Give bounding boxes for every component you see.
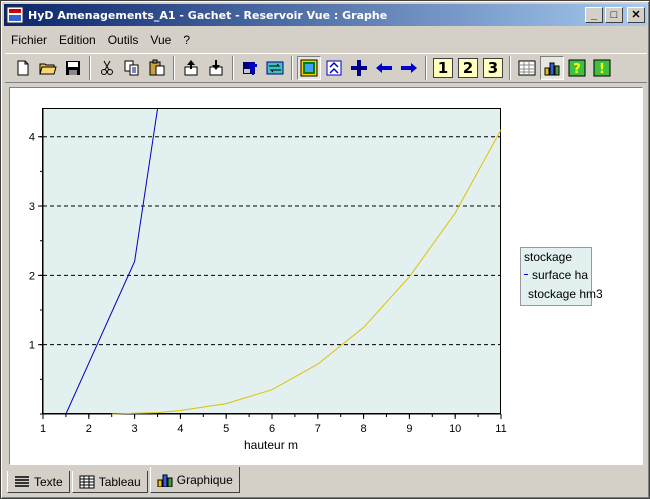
series-line-1	[111, 129, 502, 415]
y-tick-label: 3	[29, 201, 35, 213]
y-tick-label: 1	[29, 340, 35, 352]
x-tick-label: 3	[132, 423, 138, 435]
tab-texte[interactable]: Texte	[7, 471, 70, 493]
tab-tableau-label: Tableau	[98, 474, 141, 489]
legend-title: stockage	[524, 250, 573, 264]
chart-icon	[157, 474, 173, 487]
tab-graphique-label: Graphique	[176, 472, 233, 487]
x-tick-label: 8	[361, 423, 367, 435]
legend-label-surface: surface ha	[531, 267, 588, 282]
x-tick-label: 9	[406, 423, 412, 435]
x-tick-label: 5	[223, 423, 229, 435]
application-window: HyD Amenagements_A1 - Gachet - Reservoir…	[0, 0, 650, 499]
x-tick-label: 2	[86, 423, 92, 435]
y-tick-label: 4	[29, 132, 35, 144]
x-tick-label: 6	[269, 423, 275, 435]
x-tick-label: 1	[40, 423, 46, 435]
tab-tableau[interactable]: Tableau	[71, 471, 148, 493]
table-icon	[79, 475, 95, 488]
x-tick-label: 10	[449, 423, 461, 435]
legend-label-stockage: stockage hm3	[528, 286, 603, 301]
legend-item-surface: surface ha	[524, 265, 588, 284]
text-lines-icon	[15, 475, 29, 487]
bottom-tabs: Texte Tableau Graphique	[7, 467, 242, 493]
tab-graphique[interactable]: Graphique	[149, 467, 240, 493]
x-axis-label: hauteur m	[244, 438, 299, 452]
x-tick-label: 7	[315, 423, 321, 435]
legend-item-stockage: stockage hm3	[524, 284, 603, 303]
tab-texte-label: Texte	[34, 474, 63, 489]
legend-swatch-surface	[524, 274, 528, 275]
x-tick-label: 4	[177, 423, 183, 435]
y-tick-label: 2	[29, 270, 35, 282]
series-line-0	[65, 108, 158, 415]
legend: stockage surface ha stockage hm3	[520, 247, 603, 306]
x-tick-label: 11	[495, 423, 506, 435]
